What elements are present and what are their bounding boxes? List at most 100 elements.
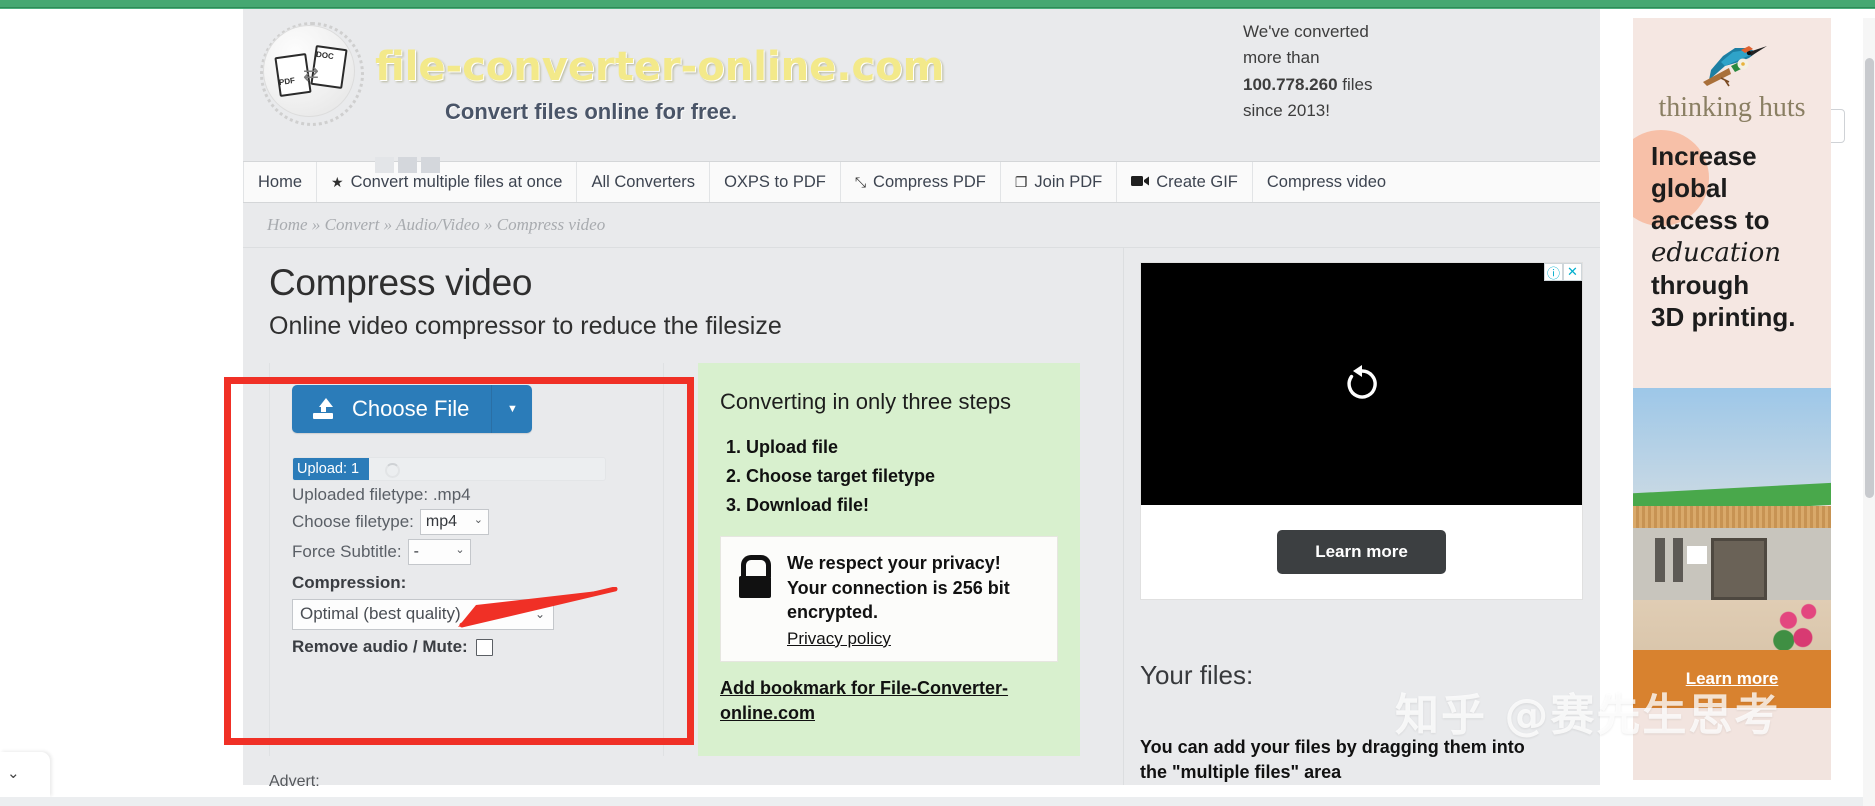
learn-more-button[interactable]: Learn more (1277, 530, 1446, 574)
nav-item-create-gif[interactable]: Create GIF (1117, 162, 1253, 202)
photo-flowers (1771, 597, 1829, 655)
privacy-policy-link[interactable]: Privacy policy (787, 629, 891, 649)
compression-value: Optimal (best quality) (300, 604, 461, 623)
step-item: Choose target filetype (746, 462, 1058, 491)
photo-door (1711, 538, 1767, 600)
nav-item-join-pdf[interactable]: ❐ Join PDF (1001, 162, 1118, 202)
remove-audio-label: Remove audio / Mute: (292, 637, 468, 656)
ad-video-area[interactable] (1141, 263, 1582, 505)
top-green-bar (0, 0, 1875, 9)
choose-filetype-select[interactable]: mp4 ⌄ (419, 509, 489, 535)
photo-sky (1633, 388, 1831, 500)
ad-footer: Learn more (1141, 505, 1582, 599)
nav-item-convert-multiple[interactable]: ★ Convert multiple files at once (317, 162, 578, 202)
page-canvas: PDF DOC ⇄ file-converter-online.com Conv… (0, 9, 1875, 806)
replay-icon[interactable] (1339, 361, 1385, 407)
nav-label: Join PDF (1034, 172, 1103, 191)
brand-placeholder-blocks (375, 157, 440, 173)
photo-window (1673, 538, 1683, 582)
content-area: Compress video Online video compressor t… (243, 248, 1600, 786)
brand-block: file-converter-online.com Convert files … (375, 44, 945, 173)
stats-files-word: files (1342, 74, 1373, 94)
uploaded-filetype-row: Uploaded filetype: .mp4 (292, 485, 643, 505)
scrollbar-thumb[interactable] (1865, 58, 1874, 498)
privacy-notice: We respect your privacy! Your connection… (720, 536, 1058, 662)
step-item: Upload file (746, 433, 1058, 462)
panels-row: Choose File ▼ Upload: 1 Uploaded filetyp… (269, 363, 1123, 756)
steps-list: Upload file Choose target filetype Downl… (720, 433, 1058, 520)
lock-icon (739, 555, 773, 599)
copy-pages-icon: ❐ (1014, 174, 1028, 190)
spinner-icon (385, 463, 400, 478)
nav-label: Compress PDF (873, 172, 986, 191)
skyscraper-photo (1633, 388, 1831, 673)
nav-item-oxps-to-pdf[interactable]: OXPS to PDF (710, 162, 841, 202)
privacy-text-block: We respect your privacy! Your connection… (787, 551, 1043, 648)
breadcrumb[interactable]: Home » Convert » Audio/Video » Compress … (243, 203, 1600, 248)
upload-panel: Choose File ▼ Upload: 1 Uploaded filetyp… (269, 363, 664, 756)
top-green-bar-inner (0, 0, 1875, 8)
skyscraper-ad[interactable]: thinking huts Increase global access to … (1633, 18, 1831, 780)
remove-audio-checkbox[interactable] (475, 638, 493, 656)
steps-title: Converting in only three steps (720, 389, 1012, 414)
add-bookmark-link[interactable]: Add bookmark for File-Converter-online.c… (720, 676, 1058, 726)
site-container: PDF DOC ⇄ file-converter-online.com Conv… (243, 9, 1845, 786)
nav-label: Compress video (1266, 172, 1387, 191)
ad-container: ⓘ ✕ Learn more (1140, 262, 1583, 600)
stats-line-1: We've converted (1243, 22, 1369, 41)
left-column: Compress video Online video compressor t… (243, 248, 1123, 785)
choose-file-main[interactable]: Choose File (292, 385, 491, 433)
ad-info-icon[interactable]: ⓘ (1544, 263, 1563, 281)
stats-line-2: more than (1243, 48, 1320, 68)
page-scrollbar[interactable] (1863, 18, 1875, 806)
skyscraper-logo-text: thinking huts (1658, 92, 1806, 123)
chevron-down-icon: ⌄ (473, 513, 483, 526)
nav-item-all-converters[interactable]: All Converters (577, 162, 711, 202)
video-camera-icon (1131, 175, 1150, 189)
right-column: ⓘ ✕ Learn more Your files: You can add y… (1123, 248, 1600, 786)
kingfisher-bird-icon (1695, 36, 1771, 90)
nav-item-home[interactable]: Home (243, 162, 318, 202)
photo-window (1655, 538, 1665, 582)
skyscraper-copy: Increase global access to education thro… (1651, 140, 1821, 333)
nav-item-compress-video[interactable]: Compress video (1253, 162, 1400, 202)
ad-close-icon[interactable]: ✕ (1563, 263, 1582, 281)
sky-copy-line: through (1651, 269, 1750, 300)
choose-filetype-row: Choose filetype: mp4 ⌄ (292, 509, 643, 535)
compression-label: Compression: (292, 573, 407, 592)
sky-copy-line: Increase (1651, 141, 1757, 171)
step-item: Download file! (746, 491, 1058, 520)
nav-label: Create GIF (1156, 172, 1238, 191)
nav-label: All Converters (591, 172, 696, 191)
logo-swap-arrows-icon: ⇄ (303, 64, 319, 85)
site-header: PDF DOC ⇄ file-converter-online.com Conv… (243, 9, 1845, 173)
force-subtitle-select[interactable]: - ⌄ (407, 539, 471, 565)
sky-copy-line: global (1651, 173, 1728, 204)
main-nav: Home ★ Convert multiple files at once All… (243, 162, 1600, 203)
compression-select[interactable]: Optimal (best quality) ⌄ (292, 599, 554, 630)
choose-file-button[interactable]: Choose File ▼ (292, 385, 533, 433)
chevron-down-icon: ⌄ (7, 765, 20, 782)
ad-controls: ⓘ ✕ (1544, 263, 1582, 281)
privacy-text: We respect your privacy! Your connection… (787, 553, 1010, 623)
stats-line-3: 100.778.260 files (1243, 72, 1463, 98)
brand-tagline: Convert files online for free. (445, 99, 738, 124)
brand-name: file-converter-online.com (375, 44, 945, 90)
chevron-down-icon[interactable]: ▼ (492, 385, 532, 433)
choose-filetype-value: mp4 (425, 513, 458, 530)
compress-arrows-icon: ⤡ (854, 174, 867, 190)
nav-label: OXPS to PDF (724, 172, 826, 191)
skyscraper-learn-more-button[interactable]: Learn more (1633, 650, 1831, 708)
browser-tab-stub[interactable]: ⌄ (0, 752, 50, 797)
site-logo-icon: PDF DOC ⇄ (260, 22, 364, 126)
chevron-down-icon: ⌄ (455, 543, 465, 556)
nav-label: Convert multiple files at once (350, 172, 563, 191)
upload-progress-label: Upload: 1 (297, 461, 360, 477)
stats-count: 100.778.260 (1243, 74, 1338, 94)
nav-item-compress-pdf[interactable]: ⤡ Compress PDF (841, 162, 1001, 202)
sky-copy-line-script: education (1651, 237, 1781, 268)
bottom-strip (0, 797, 1875, 806)
skyscraper-cta-label: Learn more (1685, 669, 1779, 688)
advert-label: Advert: (269, 773, 320, 790)
chevron-down-icon: ⌄ (534, 607, 545, 621)
